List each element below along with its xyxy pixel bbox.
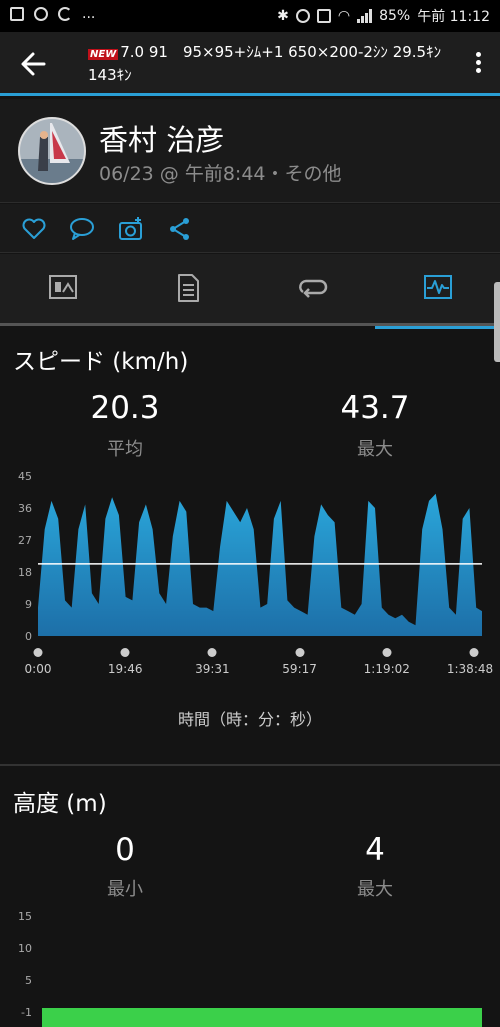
bluetooth-icon: ✱ bbox=[277, 8, 289, 24]
speed-x-tick: 1:19:02 bbox=[363, 662, 410, 676]
nfc-icon bbox=[316, 9, 331, 23]
instagram-icon bbox=[34, 7, 48, 21]
speed-x-tick: 39:31 bbox=[195, 662, 230, 676]
wifi-icon: ◠ bbox=[337, 8, 351, 24]
elevation-title: 高度 (m) bbox=[13, 791, 107, 817]
tab-laps[interactable] bbox=[250, 254, 375, 326]
status-bar: ... ✱ ◠ 85% 午前 11:12 bbox=[0, 0, 500, 32]
speed-x-axis-title: 時間（時：分：秒） bbox=[177, 710, 322, 729]
arrow-left-icon[interactable] bbox=[14, 46, 54, 82]
speed-avg-value: 20.3 bbox=[90, 390, 160, 426]
x-tick-dot bbox=[207, 648, 217, 657]
x-tick-dot bbox=[295, 648, 305, 657]
x-tick-dot bbox=[382, 648, 392, 657]
elevation-y-tick: 5 bbox=[25, 974, 32, 987]
speed-y-tick: 18 bbox=[18, 566, 32, 579]
gallery-icon bbox=[10, 7, 24, 21]
scroll-handle[interactable] bbox=[494, 282, 500, 362]
laps-icon bbox=[299, 279, 328, 298]
x-tick-dot bbox=[120, 648, 130, 657]
speed-avg-label: 平均 bbox=[107, 439, 143, 460]
elevation-min-value: 0 bbox=[115, 832, 135, 868]
system-icons: ✱ ◠ 85% 午前 11:12 bbox=[277, 6, 490, 26]
activity-date: 06/23 @ 午前8:44・その他 bbox=[99, 163, 342, 185]
activity-title: NEW 7.0 91 95×95+ｼﾑ+1 650×200-2ｼﾝ 29.5ｷﾝ1… bbox=[88, 42, 458, 86]
speed-y-tick: 36 bbox=[18, 502, 32, 515]
elevation-area bbox=[42, 1008, 482, 1027]
share-icon[interactable] bbox=[167, 216, 193, 242]
elevation-min-label: 最小 bbox=[107, 879, 143, 900]
elevation-max-value: 4 bbox=[365, 832, 385, 868]
elevation-y-tick: 15 bbox=[18, 910, 32, 923]
new-badge: NEW bbox=[88, 49, 119, 60]
speed-y-tick: 0 bbox=[25, 630, 32, 643]
x-tick-dot bbox=[469, 648, 479, 657]
summary-icon bbox=[49, 275, 77, 299]
more-notifications: ... bbox=[82, 6, 96, 22]
tab-details[interactable] bbox=[125, 254, 250, 326]
speed-y-tick: 27 bbox=[18, 534, 32, 547]
tab-summary[interactable] bbox=[0, 254, 125, 326]
speed-x-tick: 59:17 bbox=[282, 662, 317, 676]
activity-header: 香村 治彦 06/23 @ 午前8:44・その他 bbox=[0, 99, 500, 203]
speed-max-value: 43.7 bbox=[340, 390, 410, 426]
avatar[interactable] bbox=[18, 117, 86, 185]
details-icon bbox=[178, 274, 199, 302]
social-actions bbox=[0, 204, 500, 253]
battery-level: 85% bbox=[379, 8, 411, 24]
tab-charts[interactable] bbox=[375, 254, 500, 329]
speed-x-tick: 0:00 bbox=[24, 662, 52, 676]
speed-max-label: 最大 bbox=[357, 439, 393, 460]
speed-chart bbox=[38, 493, 482, 636]
elevation-y-tick: 10 bbox=[18, 942, 32, 955]
more-vert-icon[interactable] bbox=[474, 52, 482, 76]
speed-title: スピード (km/h) bbox=[13, 349, 189, 375]
add-photo-icon[interactable] bbox=[118, 216, 144, 242]
activity-title-text: 7.0 91 95×95+ｼﾑ+1 650×200-2ｼﾝ 29.5ｷﾝ143ｷ… bbox=[88, 43, 442, 84]
sync-icon bbox=[58, 7, 72, 21]
charts-icon bbox=[424, 275, 452, 299]
detail-tabs bbox=[0, 254, 500, 329]
section-divider bbox=[0, 764, 500, 766]
heart-icon[interactable] bbox=[21, 216, 47, 242]
user-name[interactable]: 香村 治彦 bbox=[99, 117, 224, 159]
x-tick-dot bbox=[33, 648, 43, 657]
comment-icon[interactable] bbox=[69, 216, 95, 242]
elevation-max-label: 最大 bbox=[357, 879, 393, 900]
speed-y-tick: 45 bbox=[18, 470, 32, 483]
status-time: 午前 11:12 bbox=[417, 9, 490, 25]
app-bar: NEW 7.0 91 95×95+ｼﾑ+1 650×200-2ｼﾝ 29.5ｷﾝ1… bbox=[0, 32, 500, 96]
avatar-image bbox=[20, 119, 84, 183]
elevation-y-tick: -1 bbox=[21, 1006, 32, 1019]
speed-y-tick: 9 bbox=[25, 598, 32, 611]
speed-x-tick: 1:38:48 bbox=[446, 662, 494, 676]
alarm-icon bbox=[295, 9, 310, 23]
speed-x-tick: 19:46 bbox=[107, 662, 143, 676]
speed-area bbox=[38, 493, 482, 636]
notification-icons: ... bbox=[10, 6, 95, 22]
signal-icon bbox=[357, 9, 373, 23]
